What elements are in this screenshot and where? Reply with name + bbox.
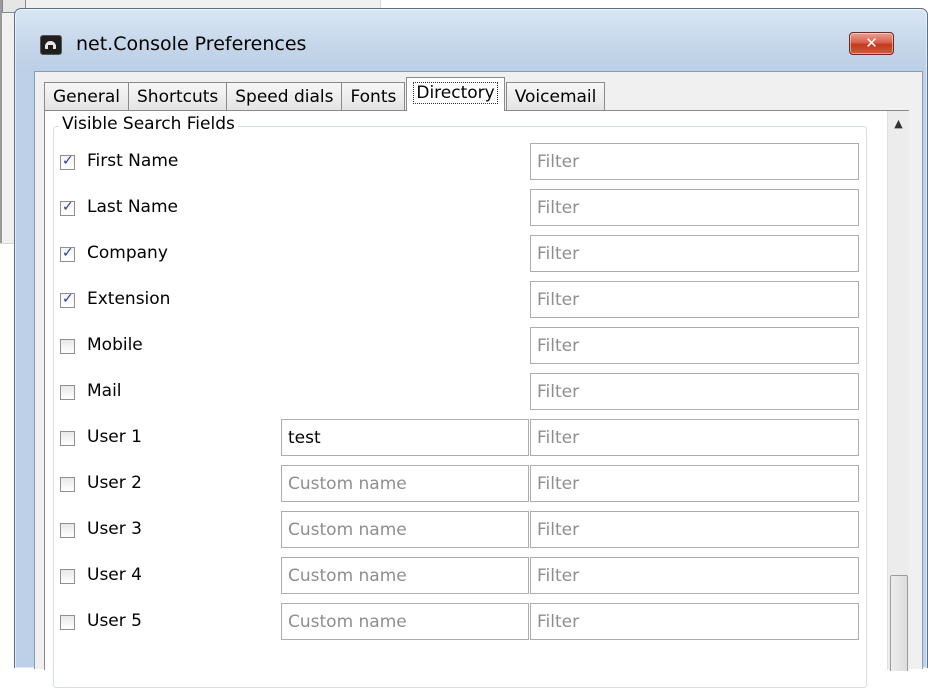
user-1-custom-name-input[interactable] [281, 419, 529, 456]
dialog-client-area: General Shortcuts Speed dials Fonts Dire… [34, 71, 923, 688]
first-name-checkbox[interactable] [60, 153, 75, 170]
tab-general[interactable]: General [44, 82, 129, 111]
user-2-checkbox[interactable] [60, 477, 75, 492]
tab-voicemail[interactable]: Voicemail [505, 82, 606, 111]
search-field-row-mail: Mail [45, 373, 865, 411]
user-2-custom-name-input[interactable] [281, 465, 529, 502]
extension-filter-input[interactable] [530, 281, 859, 318]
user-2-label: User 2 [87, 473, 142, 493]
user-3-checkbox[interactable] [60, 523, 75, 538]
tab-directory[interactable]: Directory [406, 77, 505, 111]
window-title: net.Console Preferences [76, 33, 307, 55]
search-field-row-extension: Extension [45, 281, 865, 319]
vertical-scrollbar[interactable]: ▲ [887, 111, 909, 671]
mobile-label: Mobile [87, 335, 143, 355]
search-field-row-user-4: User 4 [45, 557, 865, 595]
company-filter-input[interactable] [530, 235, 859, 272]
user-3-label: User 3 [87, 519, 142, 539]
search-field-row-last-name: Last Name [45, 189, 865, 227]
search-field-row-user-2: User 2 [45, 465, 865, 503]
first-name-label: First Name [87, 151, 179, 171]
search-field-row-mobile: Mobile [45, 327, 865, 365]
user-4-checkbox[interactable] [60, 569, 75, 584]
last-name-label: Last Name [87, 197, 178, 217]
company-label: Company [87, 243, 168, 263]
title-bar[interactable]: net.Console Preferences ✕ [15, 9, 927, 71]
search-field-row-user-1: User 1 [45, 419, 865, 457]
user-3-filter-input[interactable] [530, 511, 859, 548]
user-1-filter-input[interactable] [530, 419, 859, 456]
mobile-filter-input[interactable] [530, 327, 859, 364]
company-checkbox[interactable] [60, 245, 75, 262]
user-3-custom-name-input[interactable] [281, 511, 529, 548]
user-5-checkbox[interactable] [60, 615, 75, 630]
close-button[interactable]: ✕ [849, 32, 894, 55]
user-4-filter-input[interactable] [530, 557, 859, 594]
tab-strip: General Shortcuts Speed dials Fonts Dire… [44, 76, 606, 111]
directory-tab-page: Visible Search Fields First Name Last Na… [44, 110, 909, 688]
tab-shortcuts[interactable]: Shortcuts [128, 82, 228, 111]
user-5-custom-name-input[interactable] [281, 603, 529, 640]
last-name-filter-input[interactable] [530, 189, 859, 226]
mail-checkbox[interactable] [60, 385, 75, 400]
search-field-row-first-name: First Name [45, 143, 865, 181]
tab-directory-label: Directory [413, 82, 498, 104]
user-5-filter-input[interactable] [530, 603, 859, 640]
user-5-label: User 5 [87, 611, 142, 631]
search-field-row-user-3: User 3 [45, 511, 865, 549]
user-4-custom-name-input[interactable] [281, 557, 529, 594]
tab-fonts[interactable]: Fonts [341, 82, 406, 111]
user-1-label: User 1 [87, 427, 142, 447]
user-2-filter-input[interactable] [530, 465, 859, 502]
scrollbar-thumb[interactable] [890, 575, 908, 671]
mobile-checkbox[interactable] [60, 339, 75, 354]
preferences-dialog: net.Console Preferences ✕ General Shortc… [14, 8, 928, 688]
user-4-label: User 4 [87, 565, 142, 585]
scroll-content: Visible Search Fields First Name Last Na… [45, 111, 887, 688]
headset-app-icon [40, 35, 62, 55]
last-name-checkbox[interactable] [60, 199, 75, 216]
first-name-filter-input[interactable] [530, 143, 859, 180]
triangle-up-icon[interactable]: ▲ [888, 111, 909, 132]
mail-filter-input[interactable] [530, 373, 859, 410]
search-field-row-company: Company [45, 235, 865, 273]
tab-speed-dials[interactable]: Speed dials [226, 82, 343, 111]
mail-label: Mail [87, 381, 122, 401]
group-title: Visible Search Fields [59, 114, 238, 134]
extension-label: Extension [87, 289, 171, 309]
background-window-edge [0, 0, 2, 243]
search-field-row-user-5: User 5 [45, 603, 865, 641]
extension-checkbox[interactable] [60, 291, 75, 308]
user-1-checkbox[interactable] [60, 431, 75, 446]
